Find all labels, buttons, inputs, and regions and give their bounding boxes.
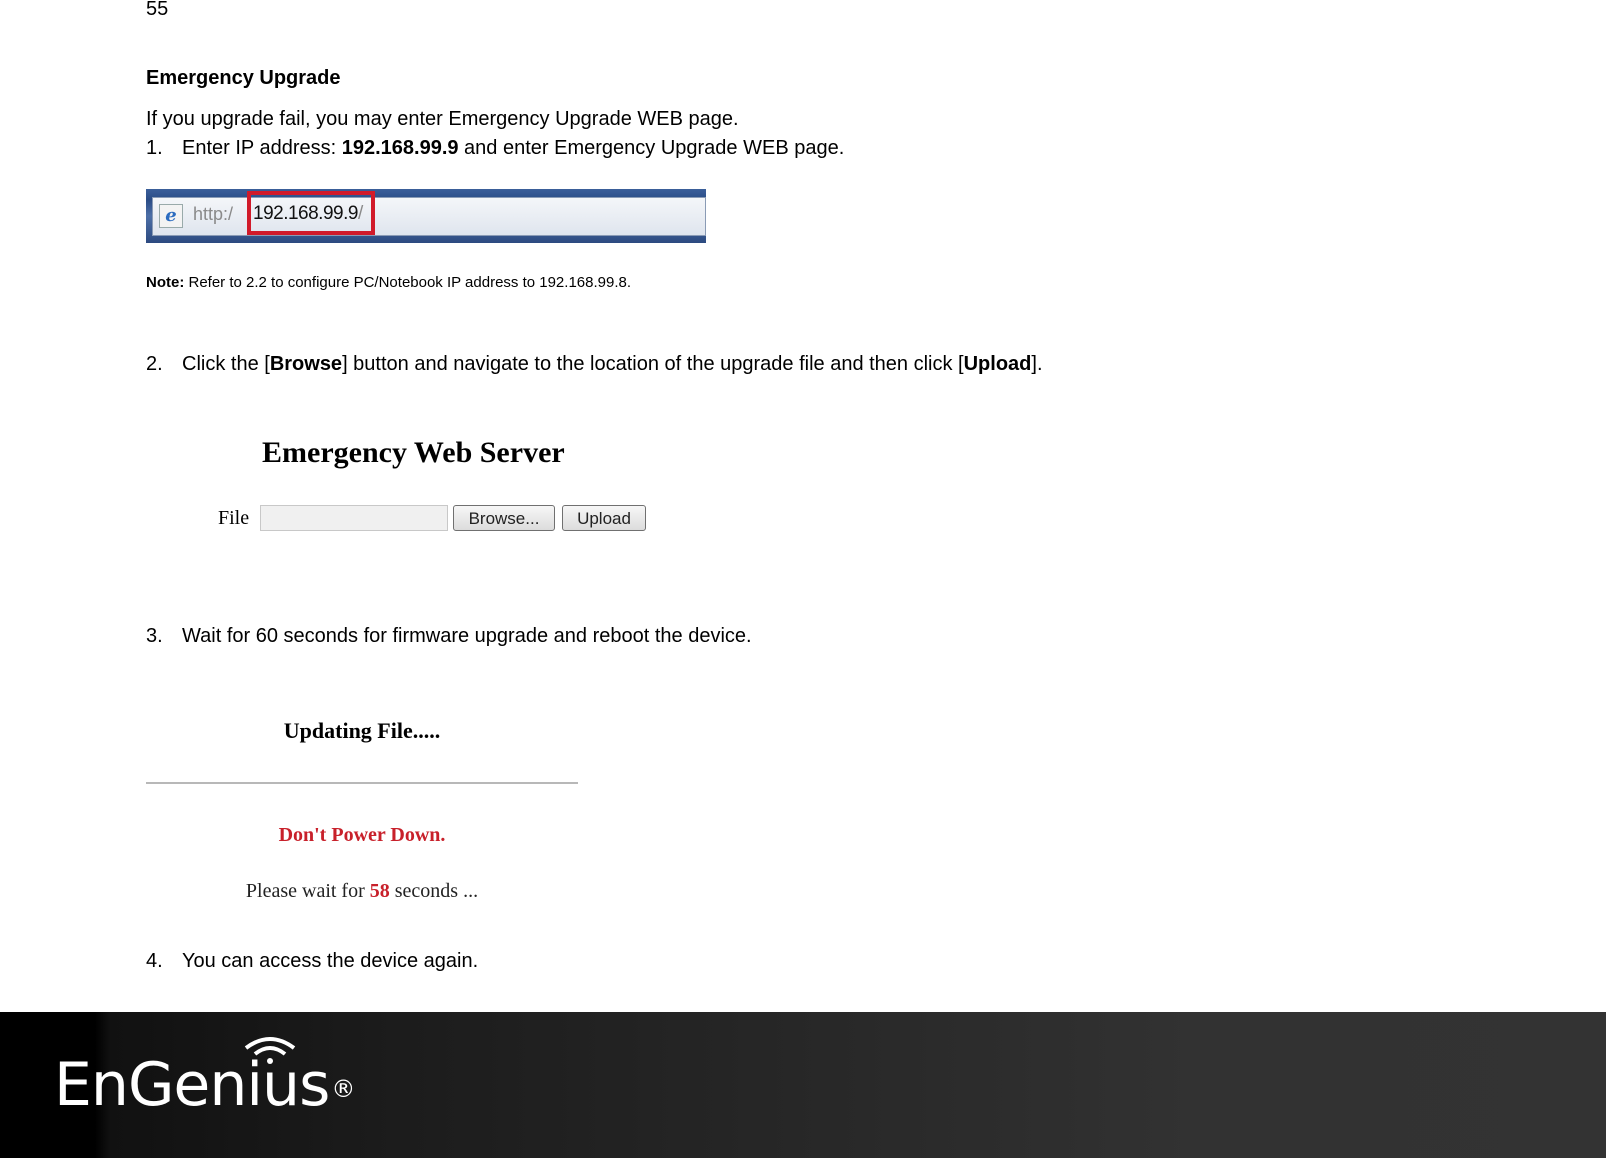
file-label: File <box>218 507 250 529</box>
upload-button[interactable]: Upload <box>562 505 646 531</box>
countdown-seconds: 58 <box>369 880 390 902</box>
engenius-logo: EnGenius® <box>54 1055 355 1115</box>
browse-button[interactable]: Browse... <box>453 505 555 531</box>
step-text: ]. <box>1031 353 1043 375</box>
brand-name: EnGenius <box>54 1050 330 1120</box>
step-number: 1. <box>146 137 163 159</box>
power-warning: Don't Power Down. <box>278 824 446 846</box>
step-text: Wait for 60 seconds for firmware upgrade… <box>182 625 752 647</box>
page-number: 55 <box>146 0 169 20</box>
browse-ref: Browse <box>269 353 343 375</box>
emergency-server-title: Emergency Web Server <box>262 436 565 469</box>
intro-text: If you upgrade fail, you may enter Emerg… <box>146 108 739 130</box>
upload-ref: Upload <box>963 353 1032 375</box>
step-text: Enter IP address: <box>182 137 342 159</box>
url-scheme: http:/ <box>193 204 234 224</box>
step-text: ] button and navigate to the location of… <box>342 353 964 375</box>
updating-title: Updating File..... <box>283 718 441 743</box>
step-1: 1. Enter IP address: 192.168.99.9 and ent… <box>146 136 844 160</box>
footer-band: EnGenius® <box>0 1012 1606 1158</box>
step-number: 4. <box>146 950 163 972</box>
step-number: 2. <box>146 353 163 375</box>
note: Note: Refer to 2.2 to configure PC/Noteb… <box>146 274 631 292</box>
step-2: 2. Click the [Browse] button and navigate… <box>146 352 1043 376</box>
step-number: 3. <box>146 625 163 647</box>
step-text: You can access the device again. <box>182 950 479 972</box>
registered-mark: ® <box>331 1075 355 1103</box>
browser-address-bar: e http:/ 192.168.99.9/ <box>146 189 706 243</box>
step-3: 3. Wait for 60 seconds for firmware upgra… <box>146 624 752 648</box>
note-text: Refer to 2.2 to configure PC/Notebook IP… <box>184 274 632 291</box>
step-4: 4. You can access the device again. <box>146 949 478 973</box>
wait-message: Please wait for 58 seconds ... <box>146 880 578 903</box>
wait-text: Please wait for <box>245 880 370 902</box>
step-text: Click the [ <box>182 353 270 375</box>
step-text: and enter Emergency Upgrade WEB page. <box>458 137 845 159</box>
divider <box>146 782 578 784</box>
url-ip: 192.168.99.9/ <box>253 203 363 225</box>
url-ip-value: 192.168.99.9 <box>253 203 358 224</box>
ip-address: 192.168.99.9 <box>341 137 459 159</box>
file-input[interactable] <box>260 505 448 531</box>
section-title: Emergency Upgrade <box>146 67 341 89</box>
address-field[interactable]: e http:/ 192.168.99.9/ <box>152 191 706 236</box>
url-slash: / <box>357 203 363 224</box>
ie-icon: e <box>159 204 183 228</box>
note-label: Note: <box>146 274 185 291</box>
wait-text: seconds ... <box>389 880 479 902</box>
